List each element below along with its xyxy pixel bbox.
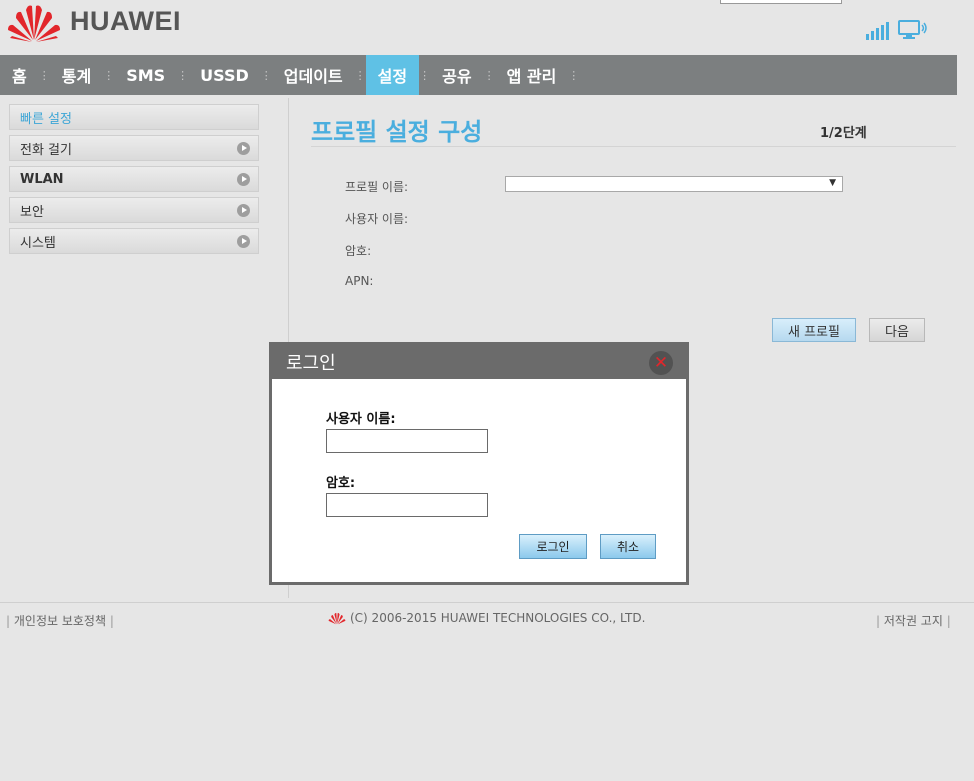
title-divider: [311, 146, 956, 147]
nav-sms[interactable]: SMS: [114, 55, 177, 95]
nav-app-management[interactable]: 앱 관리: [495, 55, 569, 95]
nav-separator: ⋮: [354, 68, 366, 82]
dropdown-arrow-icon: ▼: [829, 178, 836, 188]
nav-separator: ⋮: [568, 68, 580, 82]
monitor-connection-icon: [898, 20, 927, 39]
arrow-right-icon: [237, 204, 250, 217]
pipe-separator: |: [946, 614, 951, 628]
privacy-policy-link[interactable]: 개인정보 보호정책: [14, 614, 106, 628]
signal-bars-icon: [866, 22, 889, 40]
sidebar-item-label: 빠른 설정: [20, 111, 72, 127]
close-icon[interactable]: ✕: [649, 351, 673, 375]
next-button[interactable]: 다음: [869, 318, 925, 342]
nav-update[interactable]: 업데이트: [272, 55, 355, 95]
nav-separator: ⋮: [177, 68, 189, 82]
login-button[interactable]: 로그인: [519, 534, 587, 559]
nav-statistics[interactable]: 통계: [50, 55, 103, 95]
nav-separator: ⋮: [419, 68, 431, 82]
pipe-separator: |: [876, 614, 881, 628]
new-profile-button[interactable]: 새 프로필: [772, 318, 856, 342]
nav-separator: ⋮: [483, 68, 495, 82]
sidebar-item-label: 시스템: [20, 235, 56, 251]
dialog-header: 로그인 ✕: [272, 345, 686, 379]
header: HUAWEI: [0, 0, 974, 55]
arrow-right-icon: [237, 142, 250, 155]
dialog-username-label: 사용자 이름:: [326, 412, 396, 427]
password-input[interactable]: [326, 493, 488, 517]
nav-share[interactable]: 공유: [430, 55, 483, 95]
main-nav: 홈 ⋮ 통계 ⋮ SMS ⋮ USSD ⋮ 업데이트 ⋮ 설정 ⋮ 공유 ⋮ 앱…: [0, 55, 957, 95]
step-indicator: 1/2단계: [820, 126, 867, 141]
status-icons: [866, 20, 928, 40]
pipe-separator: |: [6, 614, 11, 628]
apn-label: APN:: [345, 274, 374, 288]
page-title: 프로필 설정 구성: [311, 118, 483, 146]
sidebar: 빠른 설정 전화 걸기 WLAN 보안 시스템: [9, 104, 259, 259]
copyright-text: (C) 2006-2015 HUAWEI TECHNOLOGIES CO., L…: [350, 611, 646, 625]
footer-copyright: (C) 2006-2015 HUAWEI TECHNOLOGIES CO., L…: [328, 611, 645, 625]
sidebar-item-quick-setup[interactable]: 빠른 설정: [9, 104, 259, 130]
language-select[interactable]: [720, 0, 842, 4]
sidebar-item-security[interactable]: 보안: [9, 197, 259, 223]
cancel-button[interactable]: 취소: [600, 534, 656, 559]
sidebar-item-label: 보안: [20, 204, 44, 220]
username-label: 사용자 이름:: [345, 212, 409, 226]
nav-ussd[interactable]: USSD: [188, 55, 261, 95]
logo-text: HUAWEI: [70, 5, 181, 36]
sidebar-item-label: 전화 걸기: [20, 142, 72, 158]
dialog-password-label: 암호:: [326, 476, 356, 491]
nav-separator: ⋮: [260, 68, 272, 82]
nav-settings[interactable]: 설정: [365, 55, 420, 95]
huawei-flower-logo-icon: [8, 5, 60, 42]
profile-name-label: 프로필 이름:: [345, 180, 409, 194]
arrow-right-icon: [237, 173, 250, 186]
huawei-small-logo-icon: [328, 613, 346, 625]
copyright-notice-link[interactable]: 저작권 고지: [884, 614, 943, 628]
pipe-separator: |: [109, 614, 114, 628]
nav-separator: ⋮: [38, 68, 50, 82]
sidebar-item-wlan[interactable]: WLAN: [9, 166, 259, 192]
username-input[interactable]: [326, 429, 488, 453]
profile-name-select[interactable]: ▼: [505, 176, 843, 192]
footer-divider: [0, 602, 974, 603]
footer-privacy: | 개인정보 보호정책 |: [6, 612, 114, 629]
login-dialog: 로그인 ✕ 사용자 이름: 암호: 로그인 취소: [269, 342, 689, 585]
sidebar-item-dial-up[interactable]: 전화 걸기: [9, 135, 259, 161]
nav-separator: ⋮: [103, 68, 115, 82]
sidebar-item-system[interactable]: 시스템: [9, 228, 259, 254]
dialog-title: 로그인: [286, 353, 336, 374]
logo: HUAWEI: [6, 0, 181, 42]
nav-home[interactable]: 홈: [0, 55, 39, 95]
password-label: 암호:: [345, 244, 372, 258]
sidebar-item-label: WLAN: [20, 171, 64, 187]
arrow-right-icon: [237, 235, 250, 248]
footer-notice: | 저작권 고지 |: [876, 612, 951, 629]
